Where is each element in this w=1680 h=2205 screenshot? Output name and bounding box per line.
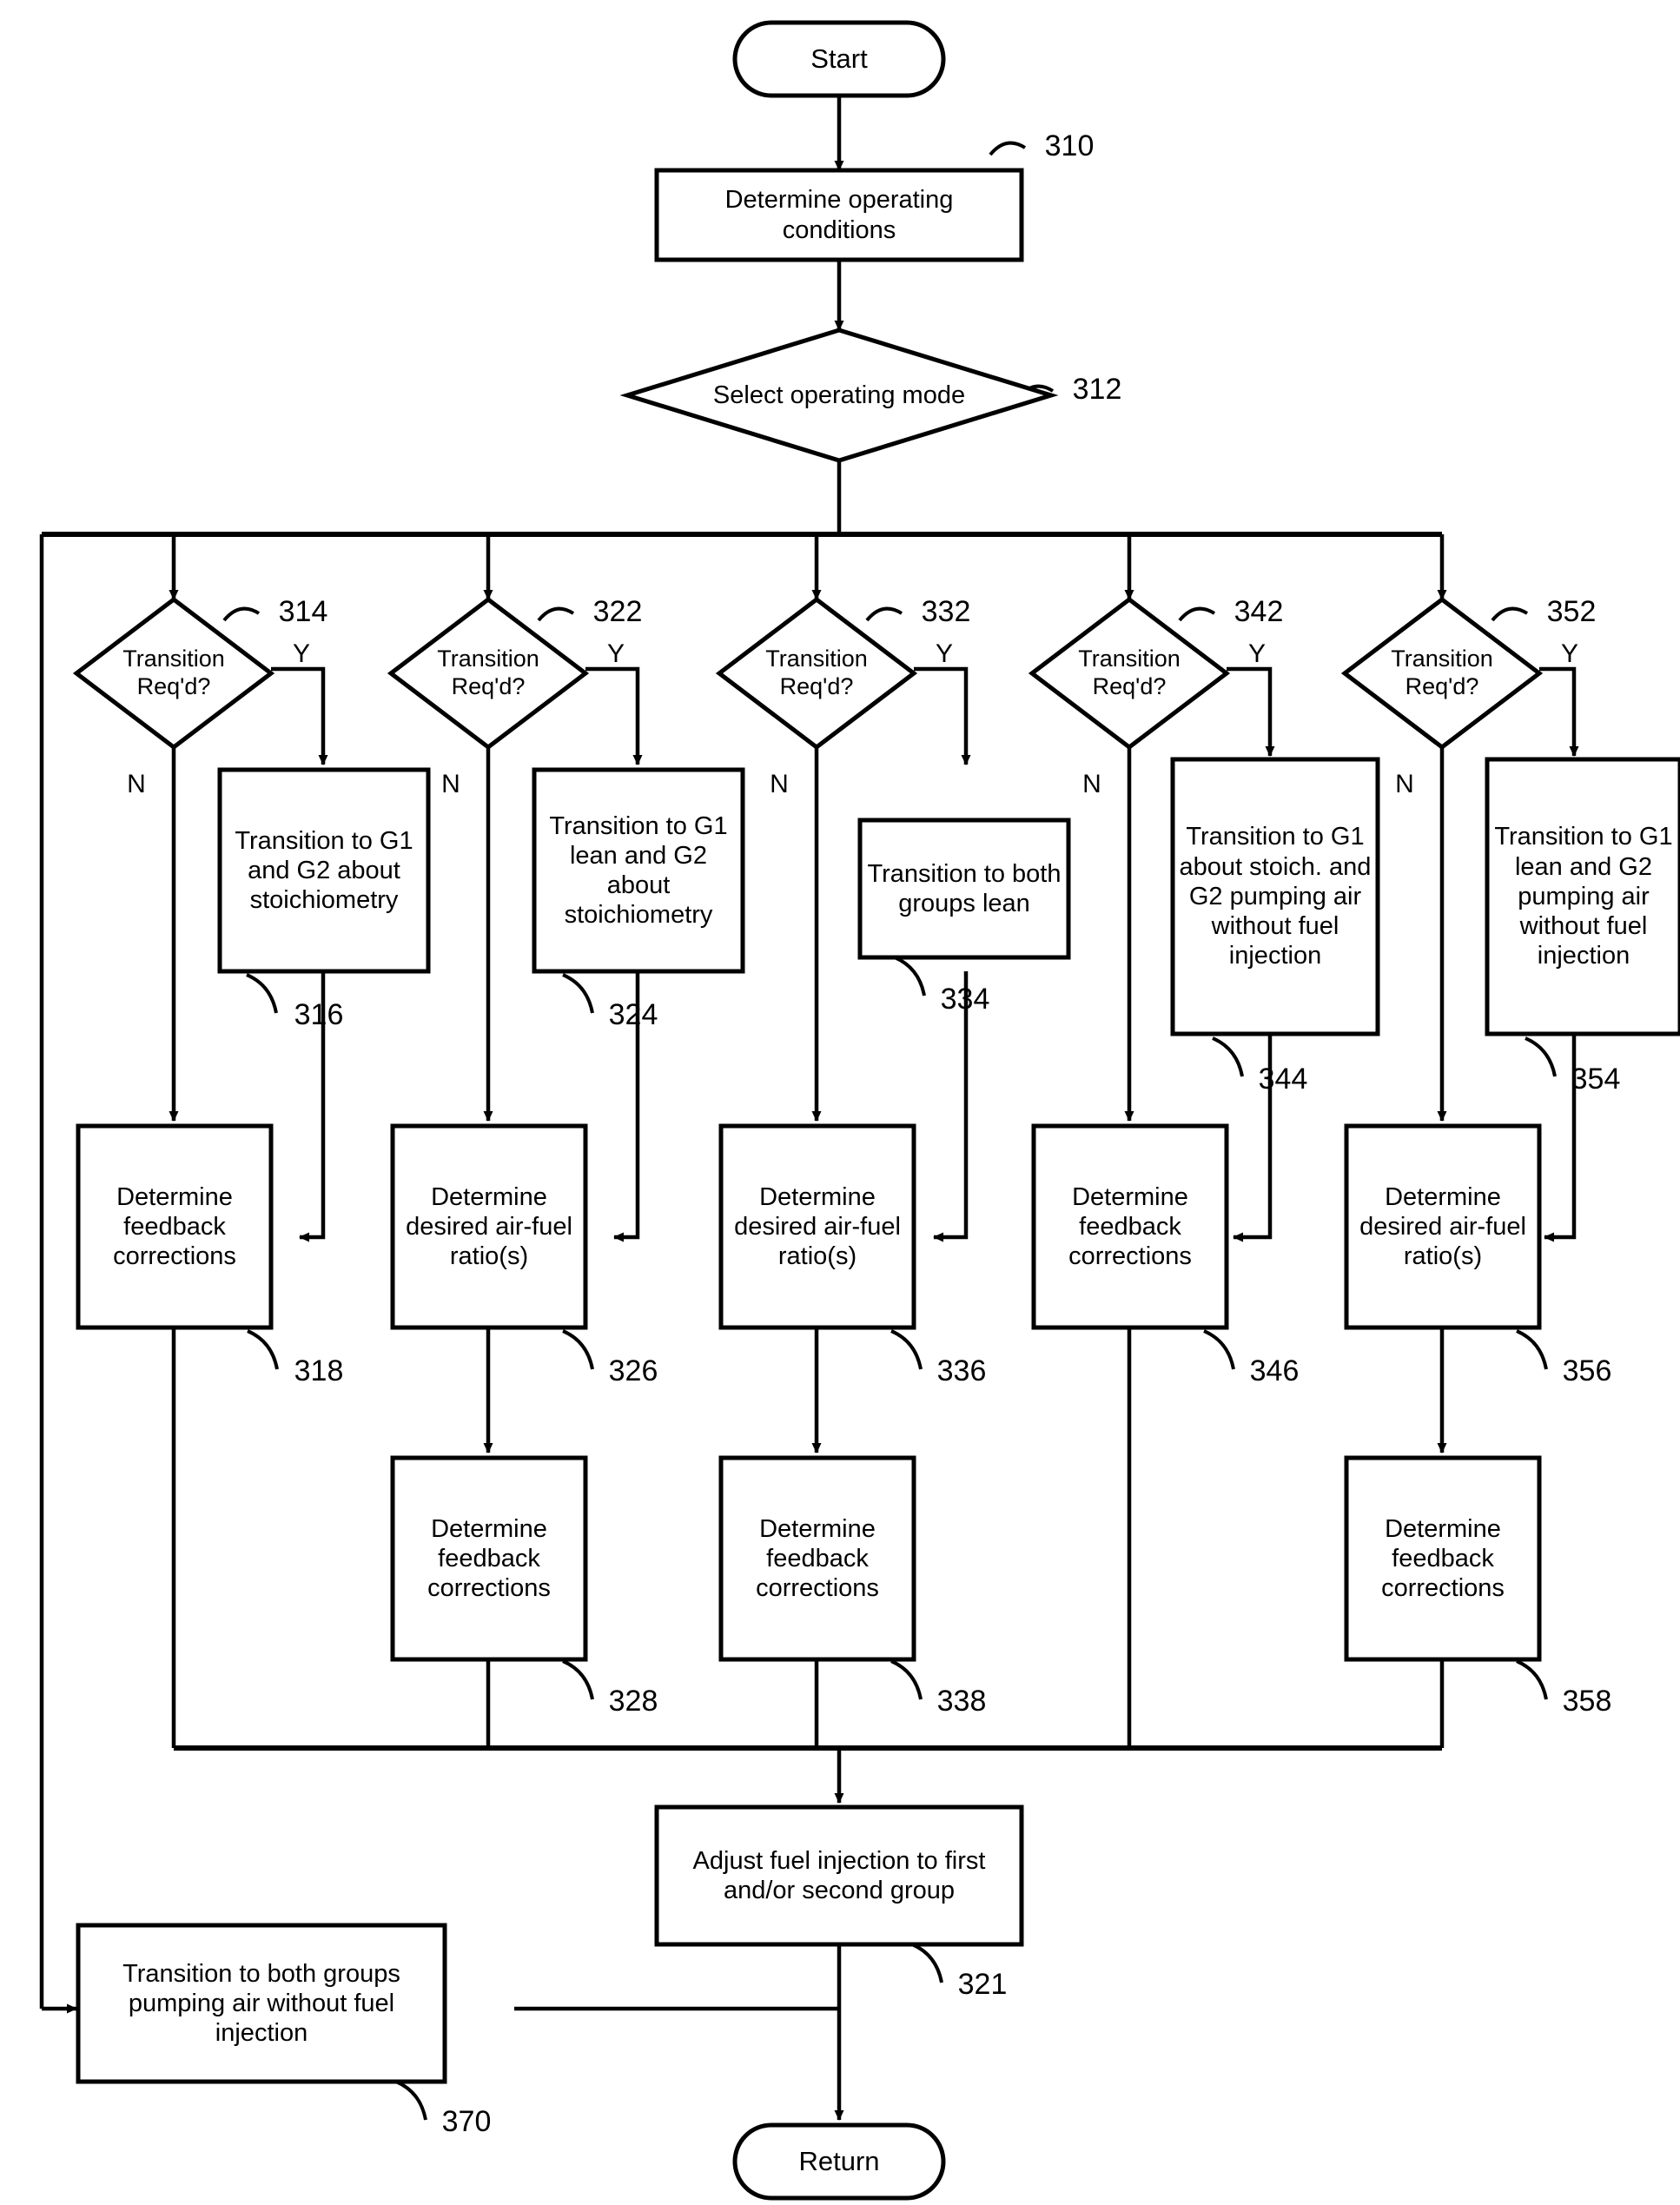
ref-318: 318: [294, 1354, 344, 1387]
branch-332-no-label: N: [770, 770, 789, 798]
node-354-label: Transition to G1 lean and G2 pumping air…: [1494, 823, 1673, 970]
node-336-label: Determine desired air-fuel ratio(s): [734, 1182, 901, 1271]
node-324-label: Transition to G1 lean and G2 about stoic…: [549, 811, 728, 930]
node-312-label: Select operating mode: [712, 381, 966, 409]
node-352-label: Transition Req'd?: [1391, 646, 1493, 699]
ref-356: 356: [1562, 1354, 1612, 1387]
node-334-label: Transition to both groups lean: [867, 859, 1062, 917]
node-370-label: Transition to both groups pumping air wi…: [122, 1959, 400, 2048]
branch-314-yes-label: Y: [292, 639, 310, 668]
ref-312: 312: [1072, 373, 1122, 406]
node-316-label: Transition to G1 and G2 about stoichiome…: [235, 826, 413, 915]
node-318-label: Determine feedback corrections: [113, 1182, 236, 1271]
ref-321: 321: [957, 1968, 1008, 2001]
branch-314-no-label: N: [127, 770, 146, 798]
node-322-label: Transition Req'd?: [437, 646, 539, 699]
ref-346: 346: [1249, 1354, 1300, 1387]
ref-354: 354: [1571, 1063, 1621, 1096]
ref-328: 328: [608, 1685, 658, 1718]
ref-316: 316: [294, 998, 344, 1031]
branch-332-yes-label: Y: [935, 639, 953, 668]
ref-344: 344: [1258, 1063, 1308, 1096]
ref-336: 336: [936, 1354, 987, 1387]
ref-358: 358: [1562, 1685, 1612, 1718]
ref-338: 338: [936, 1685, 987, 1718]
branch-352-yes-label: Y: [1560, 639, 1578, 668]
node-358-label: Determine feedback corrections: [1381, 1514, 1505, 1603]
flowchart-figure: Start Return Determine operating conditi…: [0, 0, 1680, 2205]
ref-370: 370: [441, 2105, 492, 2138]
branch-342-yes-label: Y: [1247, 639, 1266, 668]
node-332-label: Transition Req'd?: [765, 646, 868, 699]
branch-342-no-label: N: [1082, 770, 1101, 798]
ref-310: 310: [1044, 129, 1095, 162]
node-356-label: Determine desired air-fuel ratio(s): [1359, 1182, 1526, 1271]
ref-322: 322: [592, 595, 643, 628]
node-342-label: Transition Req'd?: [1078, 646, 1181, 699]
ref-334: 334: [940, 983, 990, 1016]
ref-314: 314: [278, 595, 328, 628]
return-terminal-label: Return: [798, 2145, 880, 2176]
node-314-label: Transition Req'd?: [122, 646, 225, 699]
ref-326: 326: [608, 1354, 658, 1387]
node-328-label: Determine feedback corrections: [427, 1514, 551, 1603]
start-terminal-label: Start: [810, 43, 868, 74]
branch-322-no-label: N: [441, 770, 460, 798]
node-344-label: Transition to G1 about stoich. and G2 pu…: [1179, 823, 1372, 970]
branch-322-yes-label: Y: [606, 639, 625, 668]
node-310-label: Determine operating conditions: [724, 186, 954, 244]
branch-352-no-label: N: [1395, 770, 1414, 798]
node-326-label: Determine desired air-fuel ratio(s): [406, 1182, 572, 1271]
ref-332: 332: [921, 595, 971, 628]
ref-342: 342: [1234, 595, 1284, 628]
node-338-label: Determine feedback corrections: [756, 1514, 879, 1603]
ref-324: 324: [608, 998, 658, 1031]
node-346-label: Determine feedback corrections: [1068, 1182, 1192, 1271]
node-321-label: Adjust fuel injection to first and/or se…: [692, 1846, 986, 1904]
ref-352: 352: [1546, 595, 1597, 628]
